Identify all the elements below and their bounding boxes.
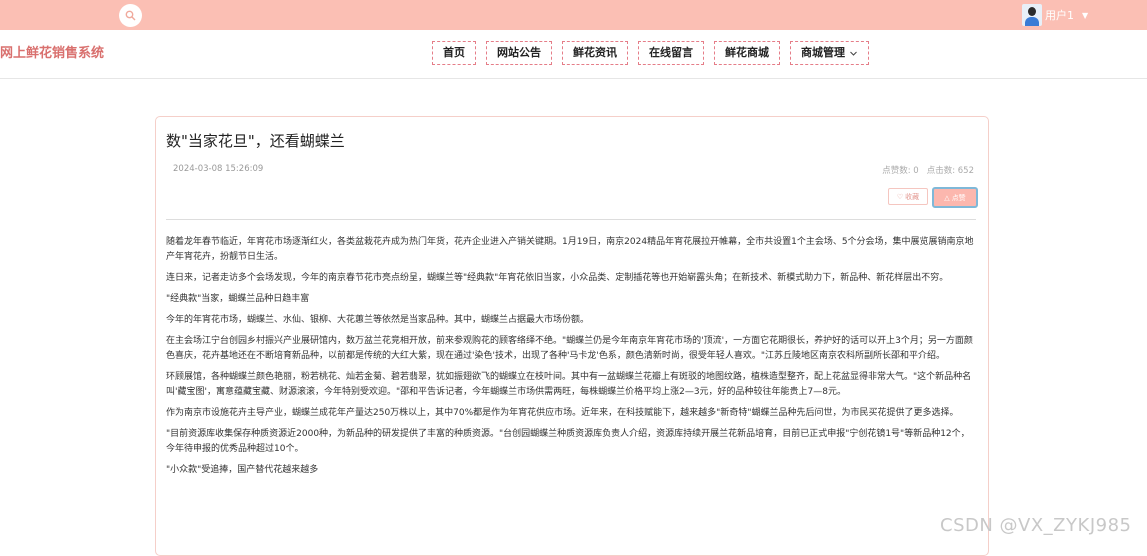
- article-content: 随着龙年春节临近，年宵花市场逐渐红火，各类盆栽花卉成为热门年货，花卉企业进入产销…: [166, 235, 978, 484]
- article-paragraph: "目前资源库收集保存种质资源近2000种，为新品种的研发提供了丰富的种质资源。"…: [166, 429, 970, 454]
- nav-row: 网上鲜花销售系统 首页 网站公告 鲜花资讯 在线留言 鲜花商城 商城管理: [0, 30, 1147, 79]
- like-label: 点赞: [951, 193, 966, 202]
- favorite-button[interactable]: ♡ 收藏: [888, 188, 928, 205]
- article-paragraph: 今年的年宵花市场，蝴蝶兰、水仙、银柳、大花蕙兰等依然是当家品种。其中，蝴蝶兰占据…: [166, 315, 590, 325]
- article-paragraph: "小众款"受追捧，国产替代花越来越多: [166, 465, 319, 475]
- article-title: 数"当家花旦"，还看蝴蝶兰: [166, 132, 345, 150]
- search-icon: [125, 10, 136, 21]
- click-count: 点击数: 652: [926, 166, 974, 176]
- avatar: [1022, 4, 1042, 26]
- nav-item-mall-management[interactable]: 商城管理: [790, 41, 869, 65]
- heart-icon: ♡: [896, 192, 904, 201]
- nav-item-flower-news[interactable]: 鲜花资讯: [562, 41, 628, 65]
- user-menu[interactable]: 用户1 ▼: [1022, 4, 1088, 26]
- article-stats: 点赞数: 0 点击数: 652: [882, 164, 974, 176]
- article-paragraph: 作为南京市设施花卉主导产业，蝴蝶兰成花年产量达250万株以上，其中70%都是作为…: [166, 408, 959, 418]
- user-name: 用户1: [1045, 9, 1074, 22]
- favorite-label: 收藏: [905, 192, 920, 201]
- nav-item-home[interactable]: 首页: [432, 41, 476, 65]
- like-button[interactable]: △ 点赞: [932, 187, 978, 208]
- nav-item-flower-mall[interactable]: 鲜花商城: [714, 41, 780, 65]
- nav-item-messages[interactable]: 在线留言: [638, 41, 704, 65]
- article-paragraph: "经典款"当家，蝴蝶兰品种日趋丰富: [166, 294, 310, 304]
- watermark: CSDN @VX_ZYKJ985: [940, 515, 1132, 536]
- search-button[interactable]: [119, 4, 142, 27]
- chevron-down-icon: [850, 51, 857, 56]
- article-paragraph: 随着龙年春节临近，年宵花市场逐渐红火，各类盆栽花卉成为热门年货，花卉企业进入产销…: [166, 237, 974, 262]
- nav-item-label: 商城管理: [801, 46, 845, 59]
- article-paragraph: 在主会场江宁台创园乡村振兴产业展研馆内，数万盆兰花竞相开放，前来参观购花的顾客络…: [166, 336, 973, 361]
- like-count: 点赞数: 0: [882, 166, 919, 176]
- article-date: 2024-03-08 15:26:09: [173, 164, 264, 174]
- site-title: 网上鲜花销售系统: [0, 46, 105, 61]
- article-card: 数"当家花旦"，还看蝴蝶兰 2024-03-08 15:26:09 点赞数: 0…: [155, 116, 989, 556]
- divider: [166, 219, 976, 220]
- chevron-down-icon: ▼: [1082, 10, 1089, 20]
- article-paragraph: 连日来，记者走访多个会场发现，今年的南京春节花市亮点纷呈，蝴蝶兰等"经典款"年宵…: [166, 273, 949, 283]
- thumbs-up-icon: △: [944, 193, 950, 202]
- main-menu: 首页 网站公告 鲜花资讯 在线留言 鲜花商城 商城管理: [432, 41, 869, 65]
- article-paragraph: 环顾展馆，各种蝴蝶兰颜色艳丽，粉若桃花、灿若金菊、碧若翡翠，犹如振翅欲飞的蝴蝶立…: [166, 372, 972, 397]
- top-bar: 用户1 ▼: [0, 0, 1147, 30]
- nav-item-announcements[interactable]: 网站公告: [486, 41, 552, 65]
